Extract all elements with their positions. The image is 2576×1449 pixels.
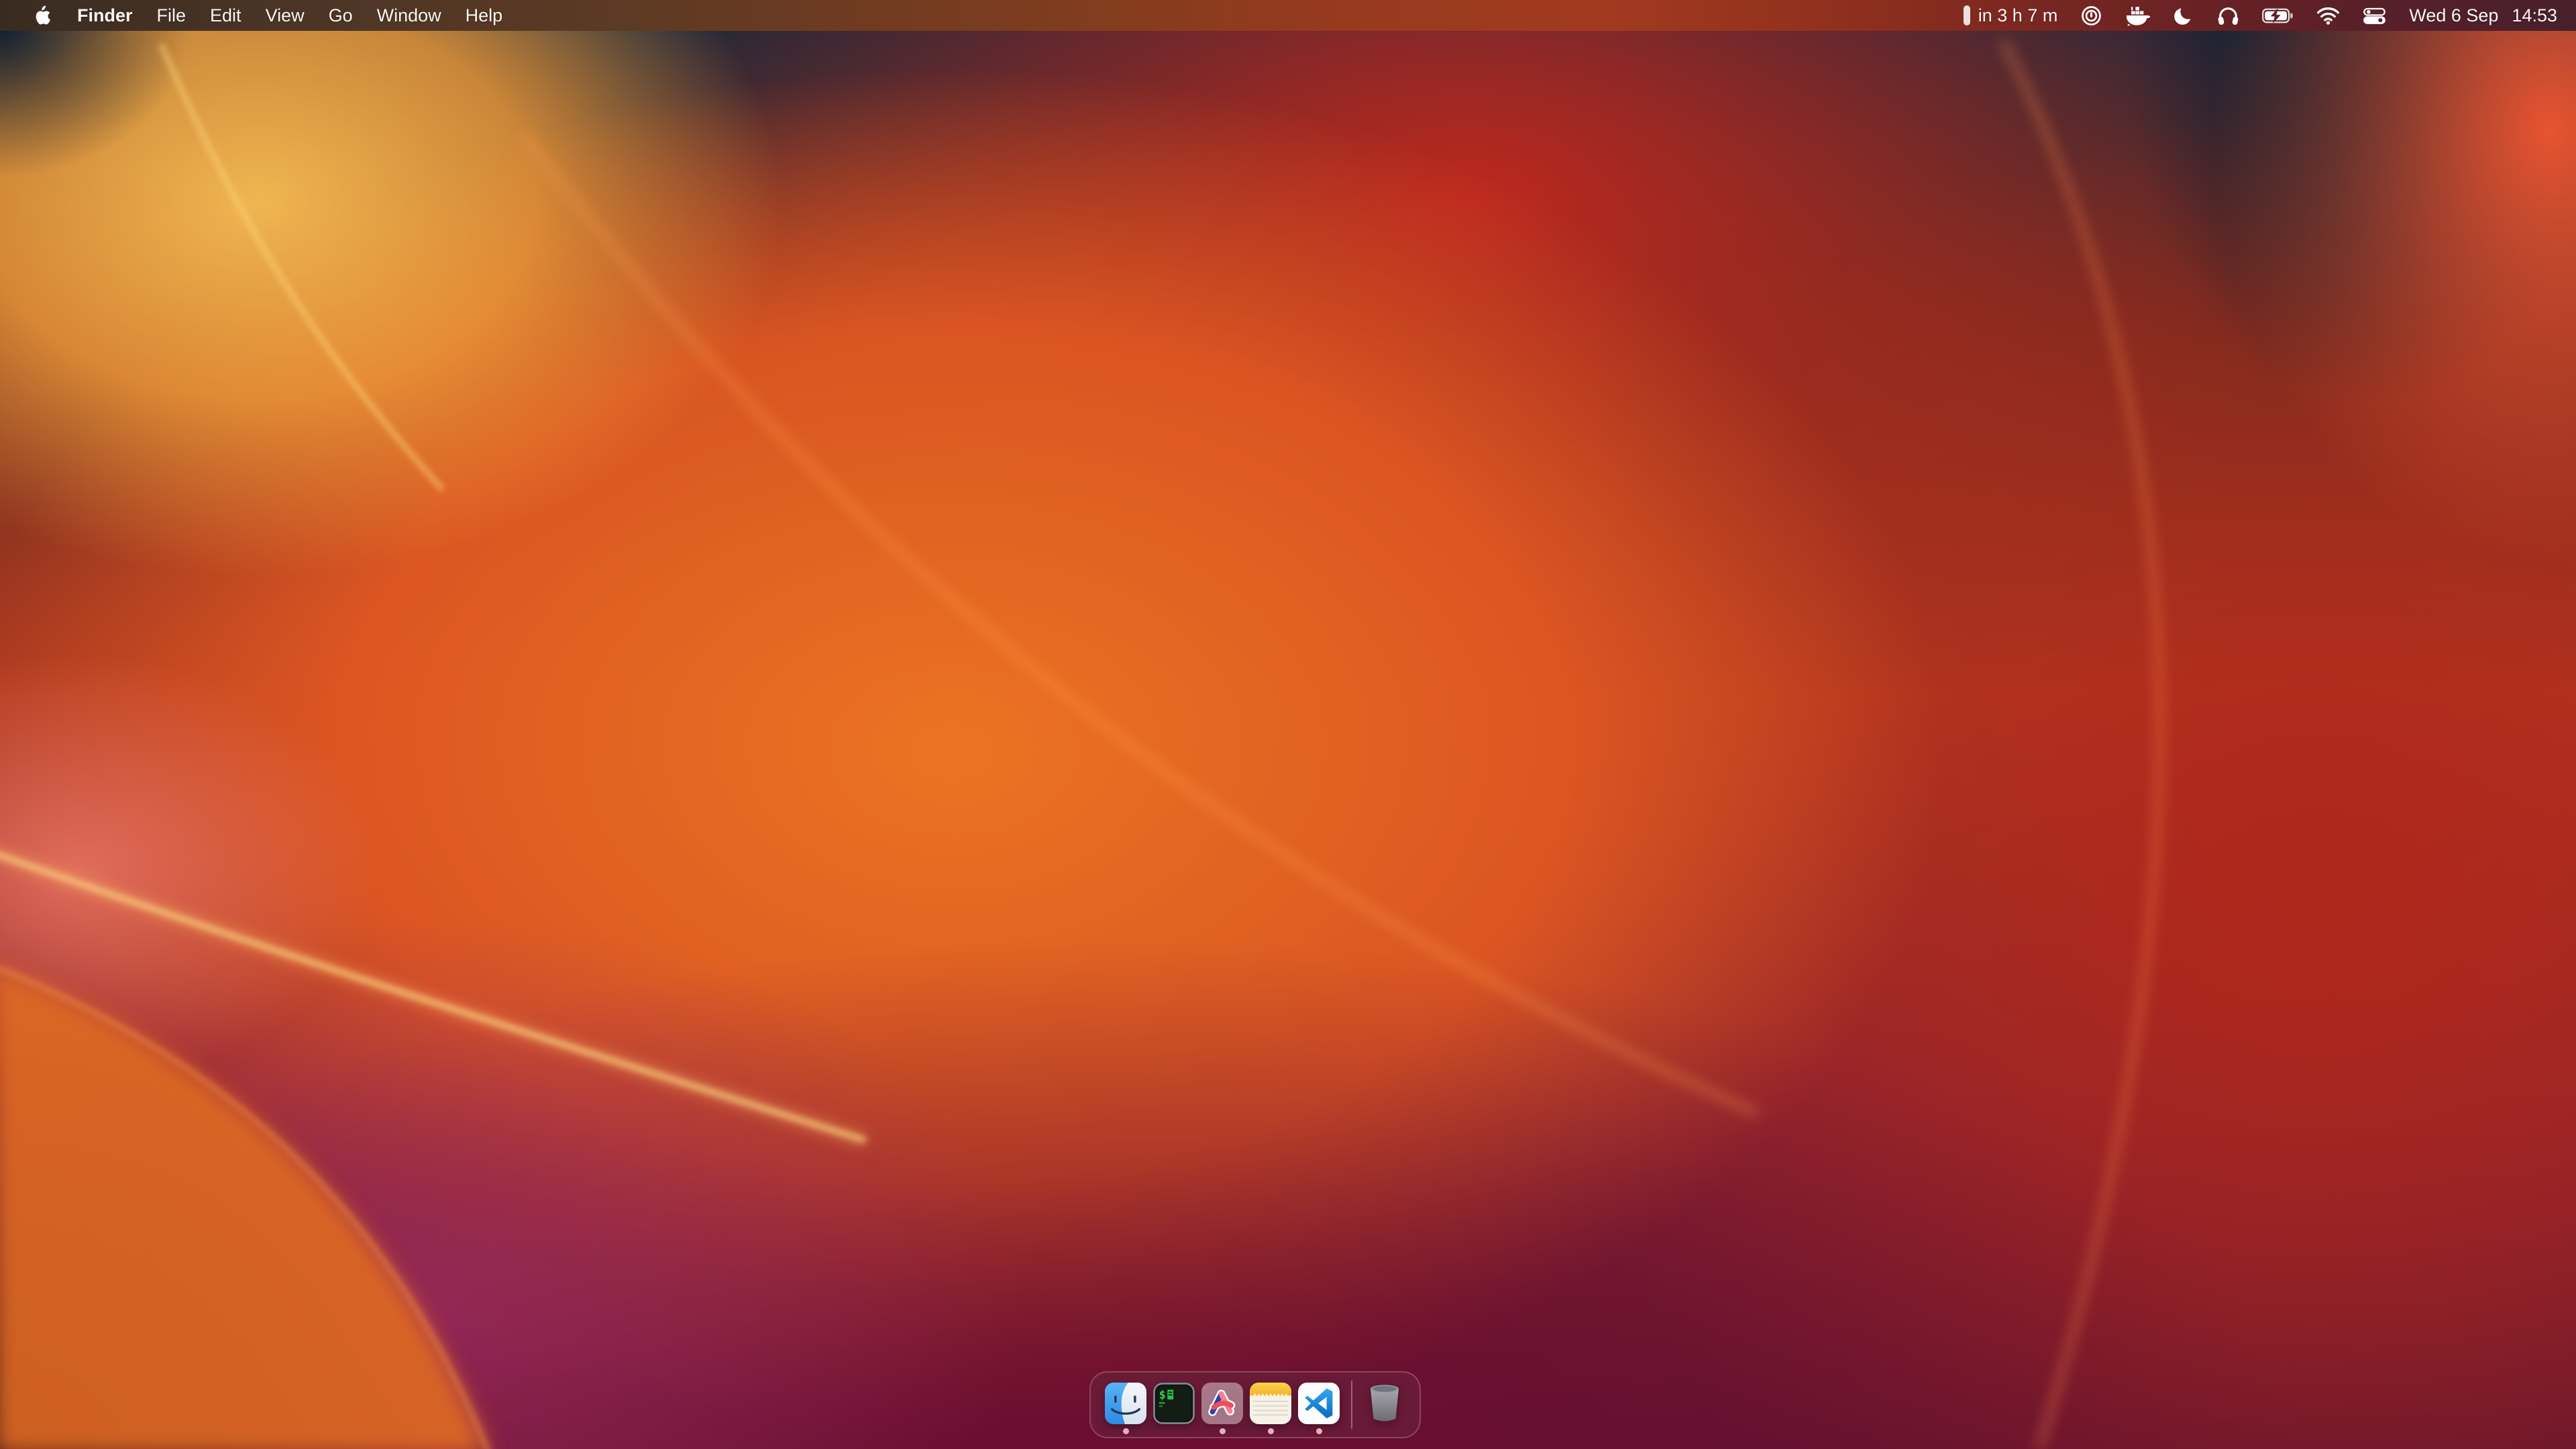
status-1password[interactable] [2069,5,2114,27]
menu-item-go[interactable]: Go [317,5,365,26]
running-indicator [1123,1428,1129,1434]
menu-bar-left: Finder File Edit View Go Window Help [0,5,515,26]
dock-item-arc[interactable] [1198,1371,1246,1438]
menu-item-edit[interactable]: Edit [198,5,254,26]
finder-icon [1105,1383,1146,1424]
svg-text:$: $ [1159,1389,1166,1401]
clock-date: Wed 6 Sep [2409,5,2498,26]
1password-icon [2080,5,2102,27]
status-control-center[interactable] [2351,7,2398,24]
menu-bar: Finder File Edit View Go Window Help in … [0,0,2576,31]
timer-pill-icon [1964,5,1970,25]
notes-icon [1250,1383,1291,1424]
focus-moon-icon [2174,5,2194,26]
menu-item-view[interactable]: View [254,5,317,26]
menu-item-window[interactable]: Window [365,5,453,26]
menu-item-file[interactable]: File [145,5,199,26]
docker-icon [2125,5,2151,26]
apple-icon [34,5,50,25]
dock-item-terminal[interactable]: $ [1150,1371,1198,1438]
wallpaper-petal-highlights [0,0,2576,1449]
dock-item-trash[interactable] [1360,1371,1409,1438]
menu-item-help[interactable]: Help [453,5,515,26]
arc-browser-icon [1201,1383,1243,1424]
status-focus-mode[interactable] [2162,5,2206,26]
status-battery[interactable] [2251,7,2305,24]
battery-charging-icon [2262,7,2294,24]
desktop-wallpaper [0,0,2576,1449]
running-indicator [1220,1428,1226,1434]
trash-icon [1364,1383,1405,1424]
status-timer[interactable]: in 3 h 7 m [1952,5,2070,26]
timer-label: in 3 h 7 m [1978,5,2058,26]
apple-menu[interactable] [24,5,60,25]
menu-bar-clock[interactable]: Wed 6 Sep 14:53 [2398,5,2561,26]
running-indicator [1316,1428,1322,1434]
desktop: Finder File Edit View Go Window Help in … [0,0,2576,1449]
dock-item-vscode[interactable] [1295,1371,1343,1438]
headphones-icon [2217,5,2239,26]
terminal-icon: $ [1153,1383,1195,1424]
dock-item-notes[interactable] [1246,1371,1295,1438]
dock: $ [1089,1371,1421,1438]
status-docker[interactable] [2114,5,2162,26]
control-center-icon [2363,7,2386,24]
status-wifi[interactable] [2305,7,2351,25]
dock-item-finder[interactable] [1102,1371,1150,1438]
running-indicator [1268,1428,1274,1434]
status-headphones[interactable] [2206,5,2251,26]
menu-bar-status-area: in 3 h 7 m [1952,5,2576,27]
wifi-icon [2316,7,2340,25]
vscode-icon [1298,1383,1340,1424]
clock-time: 14:53 [2512,5,2557,26]
dock-separator [1351,1381,1352,1429]
menu-item-app-finder[interactable]: Finder [65,5,145,26]
